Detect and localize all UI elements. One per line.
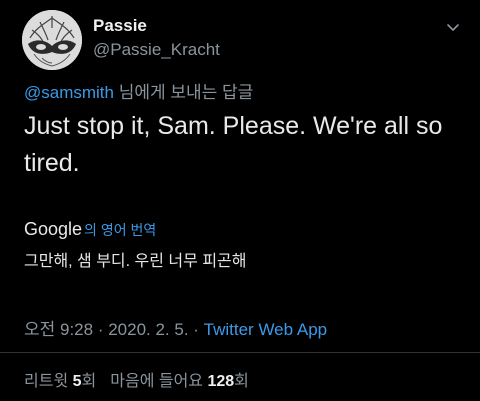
source-app-link[interactable]: Twitter Web App bbox=[204, 320, 327, 339]
google-logo-text: Google bbox=[24, 219, 83, 239]
tweet-time[interactable]: 오전 9:28 bbox=[24, 320, 93, 339]
meta-separator: · bbox=[93, 320, 109, 339]
tweet-date[interactable]: 2020. 2. 5. bbox=[108, 320, 188, 339]
engagement-stats: 리트윗 5회 마음에 들어요 128회 bbox=[24, 367, 249, 391]
likes-count: 128 bbox=[207, 373, 235, 390]
retweets-label: 리트윗 bbox=[24, 373, 73, 390]
display-name[interactable]: Passie bbox=[93, 16, 147, 36]
replying-to-suffix: 님에게 보내는 답글 bbox=[114, 83, 254, 102]
tweet-meta: 오전 9:28 · 2020. 2. 5. · Twitter Web App bbox=[24, 315, 327, 340]
chevron-down-icon[interactable] bbox=[443, 18, 463, 38]
mention-link[interactable]: @samsmith bbox=[24, 83, 114, 102]
divider bbox=[0, 352, 480, 353]
translated-text: 그만해, 샘 부디. 우린 너무 피곤해 bbox=[24, 253, 247, 270]
avatar[interactable] bbox=[22, 10, 82, 70]
tweet-text: Just stop it, Sam. Please. We're all so … bbox=[24, 112, 443, 177]
likes-stat[interactable]: 마음에 들어요 128회 bbox=[110, 373, 249, 390]
retweets-unit: 회 bbox=[81, 373, 97, 390]
user-handle[interactable]: @Passie_Kracht bbox=[93, 40, 220, 60]
translation-header: Google 의 영어 번역 bbox=[24, 219, 156, 240]
masquerade-mask-avatar-icon bbox=[22, 10, 82, 70]
translation-label[interactable]: 의 영어 번역 bbox=[84, 222, 156, 238]
likes-label: 마음에 들어요 bbox=[110, 373, 208, 390]
replying-to-line: @samsmith 님에게 보내는 답글 bbox=[24, 78, 253, 103]
likes-unit: 회 bbox=[234, 373, 249, 390]
retweets-count: 5 bbox=[72, 373, 82, 390]
retweets-stat[interactable]: 리트윗 5회 bbox=[24, 373, 96, 390]
meta-separator: · bbox=[188, 320, 204, 339]
